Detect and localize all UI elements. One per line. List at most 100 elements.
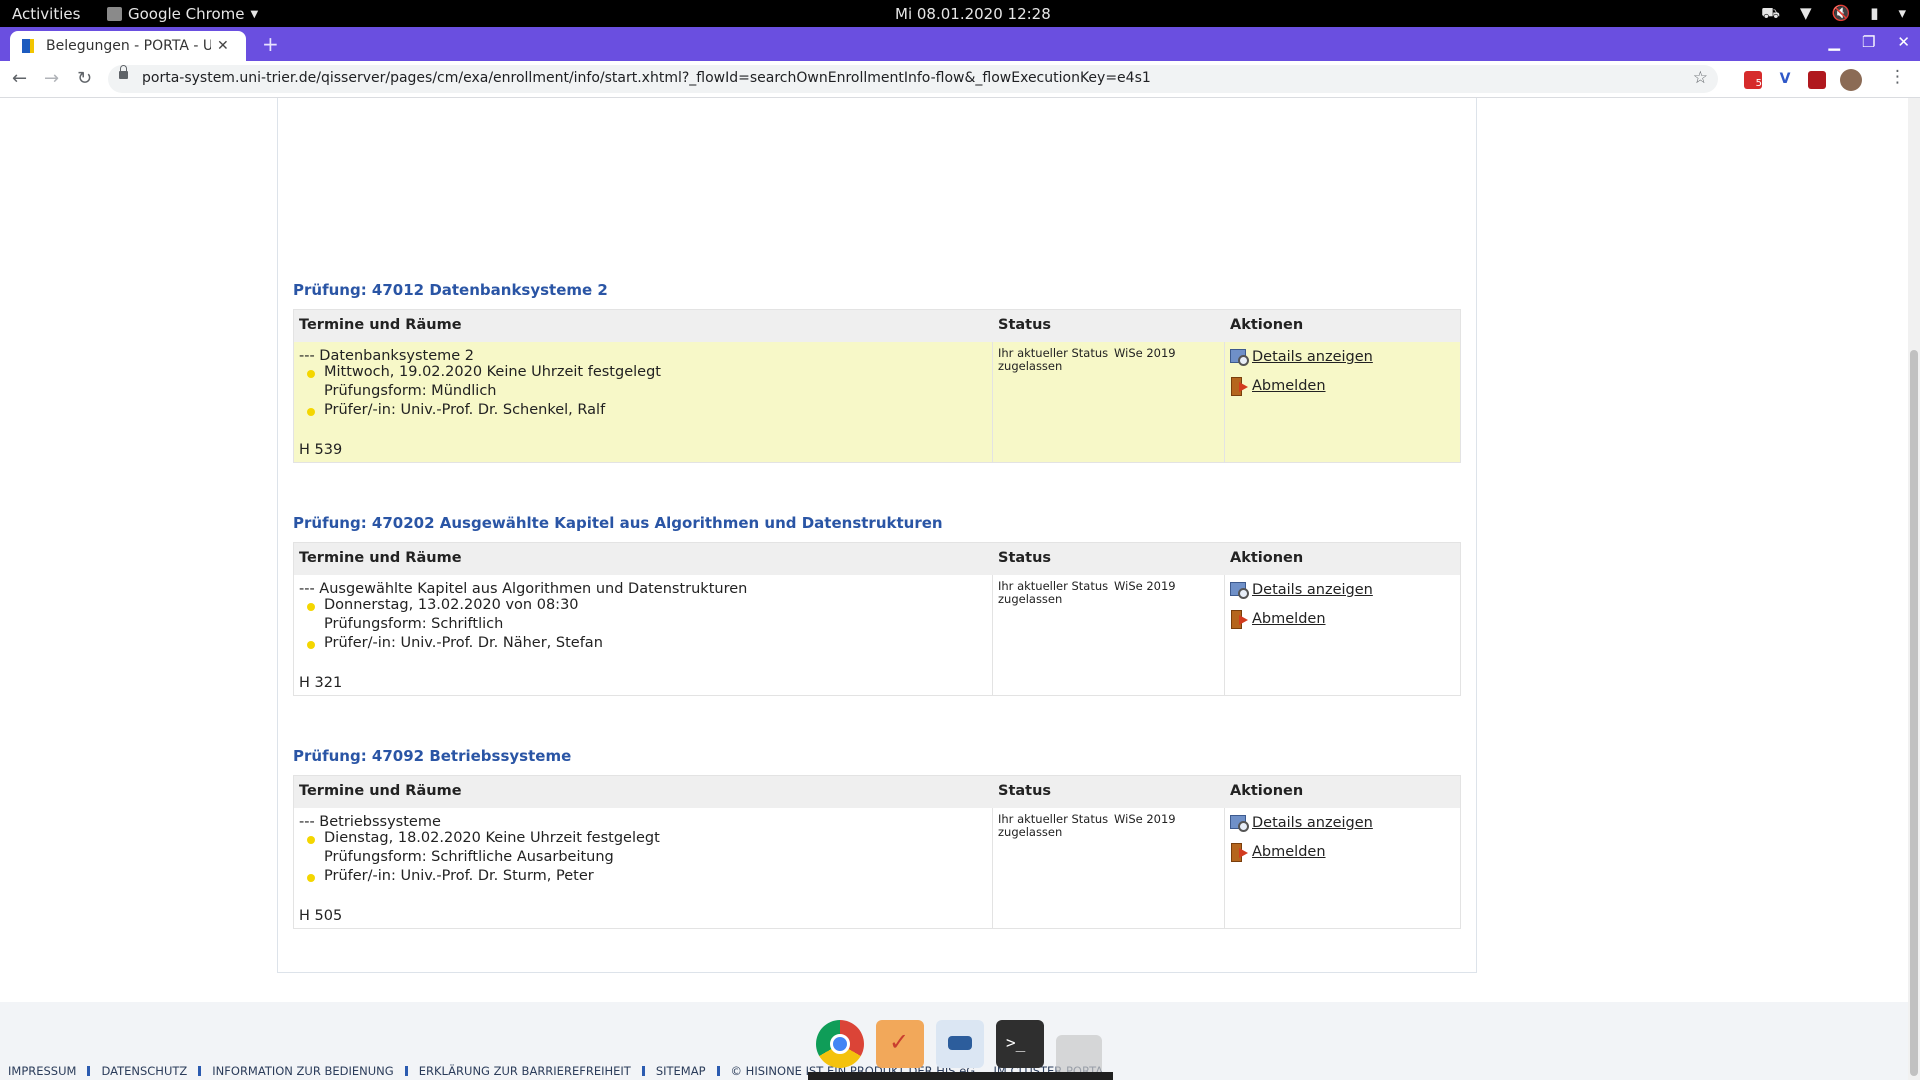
bullet-icon — [307, 370, 315, 378]
header-dates: Termine und Räume — [299, 783, 462, 799]
deregister-link[interactable]: Abmelden — [1230, 610, 1326, 629]
bookmark-star-icon[interactable]: ☆ — [1693, 68, 1708, 88]
column-divider — [992, 342, 993, 462]
footer-link[interactable]: SITEMAP — [656, 1064, 706, 1078]
chevron-down-icon: ▼ — [250, 8, 259, 20]
details-label: Details anzeigen — [1252, 815, 1373, 831]
footer-separator — [716, 1066, 720, 1076]
exam-form: Prüfungsform: Schriftliche Ausarbeitung — [324, 849, 614, 865]
details-label: Details anzeigen — [1252, 349, 1373, 365]
footer-link[interactable]: INFORMATION ZUR BEDIENUNG — [212, 1064, 393, 1078]
scrollbar-thumb[interactable] — [1910, 350, 1918, 1076]
exam-status: Ihr aktueller Status zugelassen WiSe 201… — [998, 813, 1176, 839]
column-divider — [992, 575, 993, 695]
exam-date: Mittwoch, 19.02.2020 Keine Uhrzeit festg… — [324, 364, 661, 380]
remmina-dock-icon[interactable] — [936, 1020, 984, 1068]
activities-button[interactable]: Activities — [12, 5, 80, 23]
reload-icon[interactable]: ↻ — [77, 68, 92, 89]
window-controls: ▁ ❐ ✕ — [1828, 33, 1910, 51]
chevron-down-icon[interactable]: ▾ — [1898, 4, 1906, 24]
details-icon — [1230, 581, 1249, 599]
remmina-tray-icon[interactable]: ⛟ — [1761, 4, 1780, 24]
terminal-dock-icon[interactable] — [996, 1020, 1044, 1068]
details-link[interactable]: Details anzeigen — [1230, 581, 1373, 599]
status-value: zugelassen — [998, 359, 1063, 373]
exam-table: Termine und Räume Status Aktionen --- Au… — [293, 542, 1461, 696]
tab-belegungen[interactable]: Belegungen - PORTA - Uni ✕ — [10, 31, 246, 61]
table-header: Termine und Räume Status Aktionen — [294, 543, 1460, 575]
page-scrollbar[interactable] — [1908, 98, 1920, 1080]
footer-separator — [641, 1066, 645, 1076]
todo-dock-icon[interactable] — [876, 1020, 924, 1068]
extensions-area: 5 V — [1744, 69, 1862, 91]
app-menu-label: Google Chrome — [128, 5, 245, 23]
header-dates: Termine und Räume — [299, 317, 462, 333]
table-row: --- Ausgewählte Kapitel aus Algorithmen … — [294, 575, 1460, 695]
details-link[interactable]: Details anzeigen — [1230, 814, 1373, 832]
exam-date: Dienstag, 18.02.2020 Keine Uhrzeit festg… — [324, 830, 660, 846]
close-window-icon[interactable]: ✕ — [1897, 33, 1910, 51]
dock-bar — [808, 1072, 1113, 1080]
footer-separator — [404, 1066, 408, 1076]
exam-examiner: Prüfer/-in: Univ.-Prof. Dr. Schenkel, Ra… — [324, 402, 606, 418]
tab-strip: Belegungen - PORTA - Uni ✕ + ▁ ❐ ✕ — [0, 27, 1920, 61]
deregister-link[interactable]: Abmelden — [1230, 843, 1326, 862]
exit-door-icon — [1230, 610, 1248, 629]
pdf-extension-icon[interactable]: 5 — [1744, 71, 1762, 89]
header-status: Status — [998, 317, 1052, 333]
bullet-icon — [307, 641, 315, 649]
porta-favicon-icon — [22, 39, 34, 53]
browser-toolbar: ← → ↻ porta-system.uni-trier.de/qisserve… — [0, 61, 1920, 98]
exam-room: H 321 — [299, 675, 343, 691]
semester: WiSe 2019 — [1114, 346, 1176, 360]
table-header: Termine und Räume Status Aktionen — [294, 776, 1460, 808]
footer-link[interactable]: ERKLÄRUNG ZUR BARRIEREFREIHEIT — [419, 1064, 631, 1078]
page-viewport: Prüfung: 47012 Datenbanksysteme 2 Termin… — [0, 98, 1908, 1080]
footer-link[interactable]: IMPRESSUM — [8, 1064, 76, 1078]
tab-title: Belegungen - PORTA - Uni — [46, 38, 211, 54]
deregister-label: Abmelden — [1252, 611, 1326, 627]
address-bar[interactable]: porta-system.uni-trier.de/qisserver/page… — [108, 65, 1718, 93]
ublock-shield-icon[interactable] — [1808, 71, 1826, 89]
status-value: zugelassen — [998, 592, 1063, 606]
v-extension-icon[interactable]: V — [1776, 71, 1794, 89]
exam-title: Prüfung: 47012 Datenbanksysteme 2 — [293, 281, 608, 299]
app-grid-icon[interactable] — [1056, 1035, 1102, 1075]
profile-avatar[interactable] — [1840, 69, 1862, 91]
forward-arrow-icon[interactable]: → — [44, 68, 59, 89]
wifi-icon: ▼ — [1799, 4, 1812, 22]
table-row: --- Betriebssysteme Dienstag, 18.02.2020… — [294, 808, 1460, 928]
system-tray[interactable]: ⛟ ▼ 🔇 ▮ ▾ — [1761, 4, 1906, 24]
back-arrow-icon[interactable]: ← — [12, 68, 27, 89]
bullet-icon — [307, 874, 315, 882]
deregister-label: Abmelden — [1252, 844, 1326, 860]
battery-icon: ▮ — [1870, 4, 1879, 22]
exam-status: Ihr aktueller Status zugelassen WiSe 201… — [998, 580, 1176, 606]
column-divider — [1224, 808, 1225, 928]
details-icon — [1230, 814, 1249, 832]
maximize-icon[interactable]: ❐ — [1862, 33, 1875, 51]
url-text[interactable]: porta-system.uni-trier.de/qisserver/page… — [142, 70, 1151, 86]
chrome-app-icon — [107, 7, 122, 21]
deregister-link[interactable]: Abmelden — [1230, 377, 1326, 396]
exam-table: Termine und Räume Status Aktionen --- Da… — [293, 309, 1461, 463]
header-actions: Aktionen — [1230, 550, 1304, 566]
details-link[interactable]: Details anzeigen — [1230, 348, 1373, 366]
new-tab-button[interactable]: + — [262, 32, 279, 56]
chrome-dock-icon[interactable] — [816, 1020, 864, 1068]
exam-date: Donnerstag, 13.02.2020 von 08:30 — [324, 597, 579, 613]
minimize-icon[interactable]: ▁ — [1828, 33, 1840, 51]
footer-link[interactable]: DATENSCHUTZ — [101, 1064, 187, 1078]
header-status: Status — [998, 550, 1052, 566]
extension-badge: 5 — [1755, 78, 1762, 89]
column-divider — [992, 808, 993, 928]
chrome-menu-icon[interactable]: ⋮ — [1889, 67, 1906, 87]
clock[interactable]: Mi 08.01.2020 12:28 — [895, 5, 1051, 23]
app-menu[interactable]: Google Chrome ▼ — [107, 5, 258, 23]
semester: WiSe 2019 — [1114, 812, 1176, 826]
exam-title: Prüfung: 470202 Ausgewählte Kapitel aus … — [293, 514, 943, 532]
lock-icon — [119, 65, 128, 79]
close-tab-icon[interactable]: ✕ — [217, 38, 229, 54]
footer-separator — [198, 1066, 202, 1076]
table-header: Termine und Räume Status Aktionen — [294, 310, 1460, 342]
